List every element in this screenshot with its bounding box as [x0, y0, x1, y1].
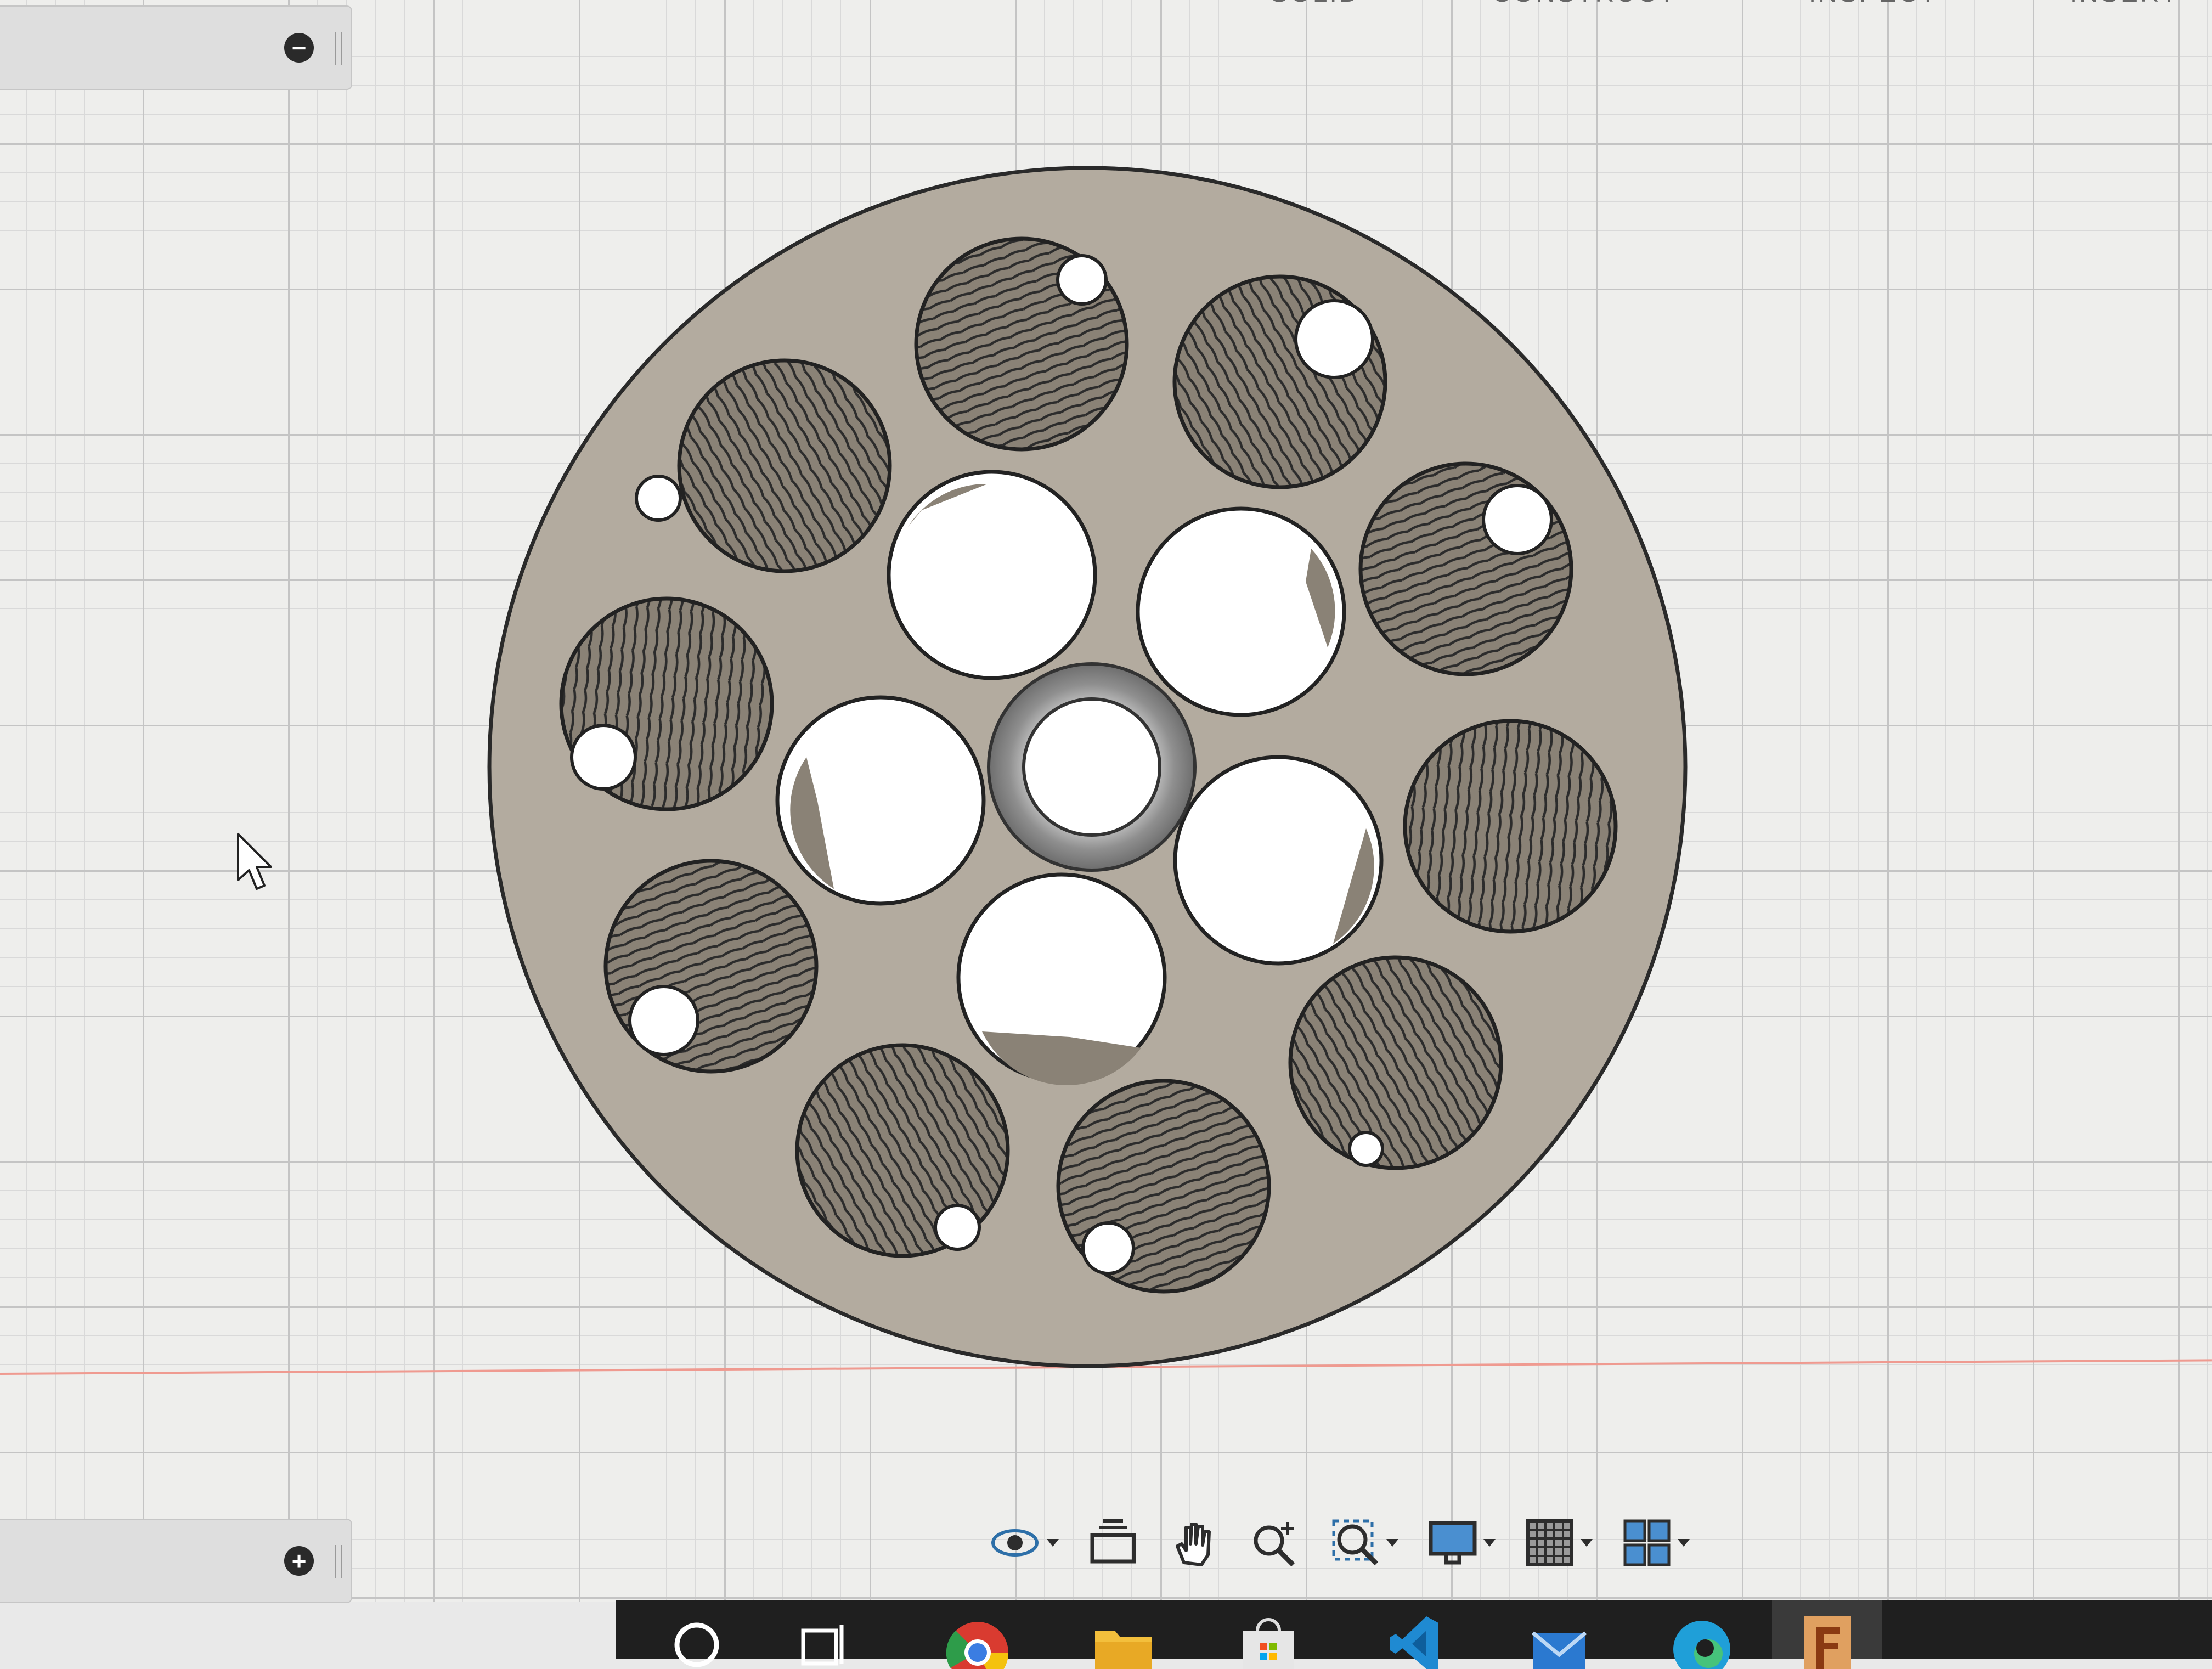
fit-zoom-tool[interactable]: [1329, 1516, 1398, 1569]
chevron-down-icon[interactable]: [1677, 1539, 1690, 1547]
search-icon[interactable]: [665, 1609, 731, 1669]
panel-grip-icon[interactable]: [335, 1545, 342, 1578]
pan-tool[interactable]: [1167, 1516, 1220, 1569]
store-icon[interactable]: [1235, 1609, 1301, 1669]
windows-taskbar: [616, 1600, 2212, 1669]
chrome-icon[interactable]: [945, 1609, 1011, 1669]
pan-hand-icon: [1176, 1523, 1211, 1566]
minus-icon: −: [291, 33, 307, 62]
mouse-cursor-icon: [237, 833, 272, 890]
design-canvas[interactable]: SOLID CONSTRUCT INSPECT INSERT: [0, 0, 2212, 1603]
plus-icon: +: [291, 1547, 307, 1575]
chevron-down-icon[interactable]: [1047, 1539, 1059, 1547]
grid-settings-tool[interactable]: [1523, 1516, 1593, 1569]
mail-icon[interactable]: [1526, 1609, 1592, 1669]
file-explorer-icon[interactable]: [1091, 1609, 1156, 1669]
panel-grip-icon[interactable]: [335, 32, 342, 65]
display-settings-icon: [1429, 1521, 1477, 1565]
expand-comments-button[interactable]: +: [284, 1546, 314, 1576]
zoom-tool[interactable]: [1248, 1516, 1301, 1569]
viewports-icon: [1623, 1519, 1671, 1566]
look-at-tool[interactable]: [1087, 1516, 1139, 1569]
outer-hole: [1403, 719, 1618, 934]
viewports-tool[interactable]: [1621, 1516, 1690, 1569]
browser-panel[interactable]: −: [0, 5, 352, 90]
orbit-icon: [991, 1529, 1039, 1557]
task-view-icon[interactable]: [791, 1609, 857, 1669]
outer-hole: [677, 358, 892, 573]
fusion360-icon[interactable]: [1794, 1609, 1860, 1669]
navigation-toolbar: [988, 1510, 1690, 1576]
chevron-down-icon[interactable]: [1483, 1539, 1496, 1547]
chevron-down-icon[interactable]: [1386, 1539, 1398, 1547]
grid-settings-icon: [1526, 1519, 1573, 1566]
inner-hole: [1173, 755, 1384, 966]
comments-panel[interactable]: +: [0, 1519, 352, 1603]
inner-hole: [887, 470, 1097, 680]
orbit-tool[interactable]: [988, 1515, 1059, 1570]
fit-zoom-icon: [1332, 1519, 1378, 1566]
vscode-icon[interactable]: [1384, 1609, 1449, 1669]
hub-bore: [1022, 697, 1161, 837]
edge-icon[interactable]: [1669, 1609, 1735, 1669]
zoom-icon: [1254, 1522, 1295, 1567]
look-at-icon: [1090, 1519, 1136, 1564]
spool-disc-part[interactable]: [0, 0, 2212, 1602]
outer-hole: [1288, 955, 1503, 1170]
collapse-browser-button[interactable]: −: [284, 33, 314, 63]
inner-hole: [1136, 506, 1346, 717]
chevron-down-icon[interactable]: [1580, 1539, 1593, 1547]
display-settings-tool[interactable]: [1426, 1516, 1496, 1569]
